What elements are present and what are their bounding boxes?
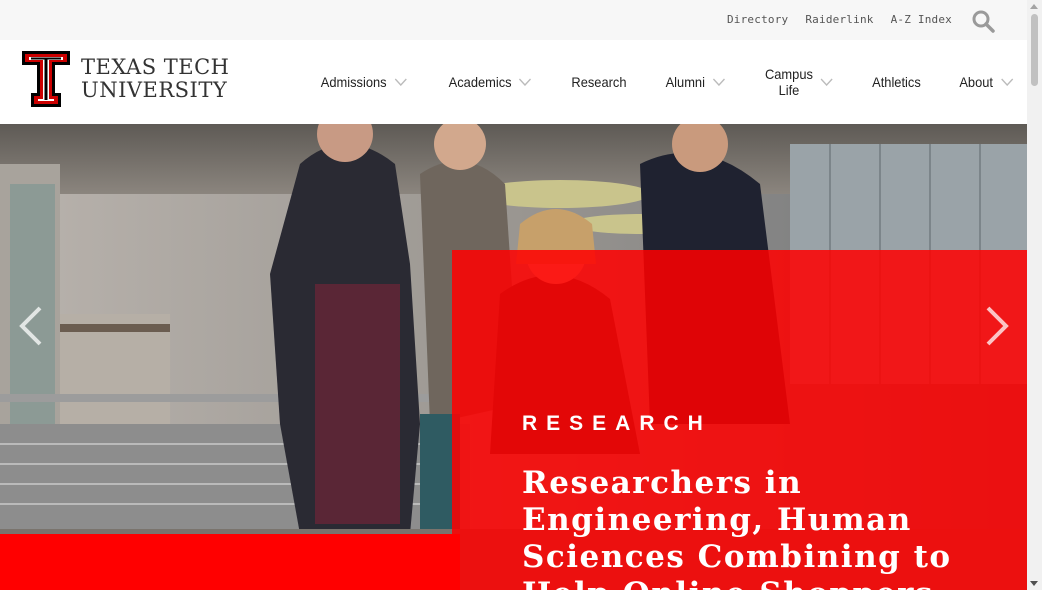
utility-bar: Directory Raiderlink A-Z Index (0, 0, 1027, 40)
page-scrollbar[interactable] (1027, 0, 1042, 590)
directory-link[interactable]: Directory (727, 13, 788, 26)
logo-wordmark: TEXAS TECH UNIVERSITY (81, 56, 229, 102)
scroll-thumb[interactable] (1031, 14, 1038, 86)
chevron-right-icon[interactable] (982, 304, 1012, 348)
chevron-left-icon[interactable] (16, 304, 46, 348)
chevron-down-icon (1000, 78, 1013, 86)
nav-alumni[interactable]: Alumni (650, 40, 741, 124)
scroll-up-arrow-icon[interactable] (1030, 4, 1038, 9)
nav-campus-life-line-1: Campus (764, 66, 813, 82)
chevron-down-icon (712, 78, 725, 86)
hero-red-band (0, 534, 460, 590)
search-icon[interactable] (971, 9, 995, 33)
scroll-down-arrow-icon[interactable] (1030, 581, 1038, 586)
nav-athletics-label: Athletics (872, 74, 921, 90)
hero-headline[interactable]: Researchers in Engineering, Human Scienc… (522, 465, 1027, 590)
raiderlink-link[interactable]: Raiderlink (805, 13, 873, 26)
nav-alumni-label: Alumni (665, 74, 705, 90)
nav-admissions[interactable]: Admissions (305, 40, 422, 124)
logo-line-1: TEXAS TECH (81, 55, 230, 79)
chevron-down-icon (394, 78, 407, 86)
nav-campus-life-line-2: Life (778, 82, 800, 98)
home-logo-link[interactable]: TEXAS TECH UNIVERSITY (21, 50, 229, 108)
logo-line-2: UNIVERSITY (81, 78, 228, 102)
nav-athletics[interactable]: Athletics (856, 40, 936, 124)
hero-carousel: RESEARCH Researchers in Engineering, Hum… (0, 124, 1027, 590)
nav-research-label: Research (571, 74, 627, 90)
nav-campus-life[interactable]: Campus Life (749, 40, 848, 124)
chevron-down-icon (820, 78, 833, 86)
hero-eyebrow: RESEARCH (522, 412, 712, 435)
nav-about[interactable]: About (944, 40, 1027, 124)
main-nav: Admissions Academics Research Alumni Cam… (300, 40, 1027, 124)
nav-about-label: About (959, 74, 993, 90)
nav-academics-label: Academics (448, 74, 512, 90)
nav-campus-life-label: Campus Life (765, 66, 813, 98)
nav-research[interactable]: Research (556, 40, 642, 124)
site-header: TEXAS TECH UNIVERSITY Admissions Academi… (0, 40, 1027, 125)
nav-admissions-label: Admissions (320, 74, 387, 90)
page: Directory Raiderlink A-Z Index TEXAS TEC… (0, 0, 1027, 590)
nav-academics[interactable]: Academics (433, 40, 548, 124)
a-z-index-link[interactable]: A-Z Index (891, 13, 952, 26)
chevron-down-icon (518, 78, 532, 86)
double-t-logo-icon (22, 51, 70, 107)
utility-links: Directory Raiderlink A-Z Index (727, 13, 952, 26)
hero-caption-panel: RESEARCH Researchers in Engineering, Hum… (452, 250, 1027, 590)
